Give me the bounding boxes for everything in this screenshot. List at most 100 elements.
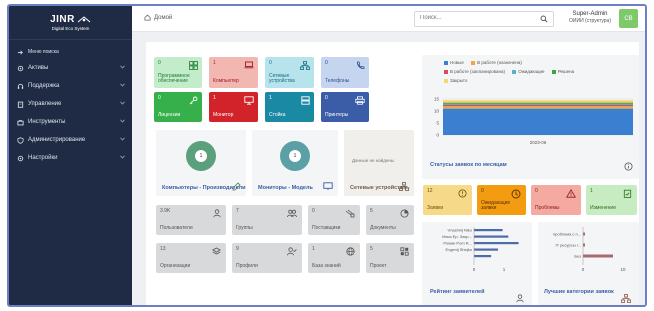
- tile-label: Профили: [236, 263, 258, 269]
- bar-segment: [443, 102, 633, 104]
- tile-label: Сетевые устройства: [269, 72, 295, 85]
- sidebar-item-assets[interactable]: Активы: [9, 59, 132, 77]
- tile-label: Стойка: [269, 112, 286, 119]
- tile-label: Принтеры: [325, 112, 349, 119]
- logo-icon: [77, 15, 91, 22]
- bar-segment: [443, 100, 633, 103]
- logo[interactable]: JINR Digital Eco System: [9, 6, 132, 40]
- tile-monitor[interactable]: 1 Монитор: [209, 92, 258, 122]
- legend-item[interactable]: Ожидающие: [512, 69, 544, 74]
- tile-tickets[interactable]: 12 Заявки: [423, 185, 472, 215]
- category-label: Vnashnij Niko: [448, 227, 473, 232]
- user-name: Super-Admin: [572, 11, 608, 17]
- gear-icon: [16, 64, 24, 72]
- headset-icon: [16, 82, 24, 90]
- tile-project[interactable]: 5 Проект: [366, 243, 414, 273]
- bar: [474, 255, 492, 258]
- legend-item[interactable]: Закрыто: [444, 78, 467, 83]
- panel-monitors-model[interactable]: 1 Мониторы - Модель: [252, 130, 338, 196]
- y-tick-label: 15: [434, 97, 440, 102]
- bar: [583, 232, 585, 236]
- tile-suppliers[interactable]: 0 Поставщики: [308, 205, 360, 235]
- sidebar-item-search-menu[interactable]: Меню поиска: [9, 45, 132, 59]
- y-tick-label: 0: [436, 133, 439, 138]
- sidebar-item-label: Меню поиска: [28, 49, 59, 55]
- x-tick-label: 1: [503, 267, 506, 272]
- tile-problems[interactable]: 0 Проблемы: [531, 185, 581, 215]
- tile-rack[interactable]: 1 Стойка: [265, 92, 314, 122]
- tile-label: Изменение: [590, 205, 616, 212]
- tile-computer[interactable]: 1 Компьютер: [209, 57, 258, 88]
- legend-item[interactable]: Решена: [551, 69, 574, 74]
- sidebar-nav: Меню поиска Активы Поддержка Управление …: [9, 40, 132, 167]
- breadcrumb-home[interactable]: Домой: [154, 15, 172, 21]
- clipboard-icon: [16, 100, 24, 108]
- tile-documents[interactable]: 5 Документы: [366, 205, 414, 235]
- tile-licenses[interactable]: 0 Лицензии: [154, 92, 202, 122]
- x-tick-label: 0: [473, 267, 476, 272]
- sidebar-item-settings[interactable]: Настройки: [9, 149, 132, 167]
- panel-network-devices[interactable]: Данные не найдены Сетевые устройства -: [344, 130, 414, 196]
- sidebar: JINR Digital Eco System Меню поиска Акти…: [9, 6, 132, 305]
- tile-groups[interactable]: 7 Группы: [232, 205, 302, 235]
- tile-count: 3.9K: [160, 208, 171, 214]
- sidebar-item-tools[interactable]: Инструменты: [9, 113, 132, 131]
- search-box[interactable]: [414, 11, 554, 27]
- tile-label: Поставщики: [312, 225, 341, 231]
- sidebar-item-administration[interactable]: Администрирование: [9, 131, 132, 149]
- tile-pending-tickets[interactable]: 0 Ожидающие заявки: [477, 185, 526, 215]
- donut-chart: 1: [280, 141, 310, 171]
- tile-users[interactable]: 3.9K Пользователи: [156, 205, 226, 235]
- users-icon: [287, 209, 297, 218]
- y-tick-label: 5: [436, 121, 439, 126]
- breadcrumb[interactable]: Домой: [144, 14, 172, 21]
- info-icon[interactable]: [624, 162, 633, 171]
- legend-item[interactable]: В работе (назначена): [471, 60, 522, 65]
- edit-icon: [232, 182, 241, 191]
- tile-count: 13: [160, 246, 166, 252]
- gear-icon: [16, 154, 24, 162]
- panel-computers-manufacturers[interactable]: 1 Компьютеры - Производители: [156, 130, 246, 196]
- category-label: проблема с п...: [553, 232, 581, 237]
- globe-icon: [346, 247, 355, 256]
- avatar[interactable]: CB: [619, 9, 638, 28]
- legend-item[interactable]: Новые: [444, 60, 464, 65]
- categories-panel: проблема с п... IT ресурсы г... Без 0 10 Луч…: [538, 222, 639, 305]
- network-icon: [399, 182, 409, 191]
- monitor-icon: [244, 96, 254, 105]
- user-info[interactable]: Super-Admin ОИИИ (структура): [569, 11, 611, 24]
- tile-count: 1: [312, 246, 315, 252]
- search-input[interactable]: [420, 15, 530, 21]
- category-label: Без: [574, 254, 581, 259]
- category-label: Роман Pom R...: [443, 240, 472, 245]
- tile-organizations[interactable]: 13 Организации: [156, 243, 226, 273]
- tile-label: Документы: [370, 225, 396, 231]
- truck-icon: [345, 209, 355, 218]
- tile-software[interactable]: 0 Программное обеспечение: [154, 57, 202, 88]
- sidebar-item-management[interactable]: Управление: [9, 95, 132, 113]
- chart-title: Статусы заявок по месяцам: [430, 162, 507, 168]
- main-area: Домой Super-Admin ОИИИ (структура) CB 0 …: [132, 6, 645, 305]
- topbar: Домой Super-Admin ОИИИ (структура) CB: [132, 6, 645, 32]
- document-icon: [400, 209, 409, 218]
- search-icon[interactable]: [540, 15, 548, 23]
- legend-item[interactable]: В работе (запланирована): [444, 69, 505, 74]
- chevron-down-icon: [120, 137, 125, 141]
- tile-label: Монитор: [213, 112, 234, 119]
- donut-chart: 1: [186, 141, 216, 171]
- sidebar-item-label: Инструменты: [28, 119, 66, 125]
- chevron-down-icon: [120, 83, 125, 87]
- home-icon: [144, 14, 151, 21]
- tile-profiles[interactable]: 9 Профили: [232, 243, 302, 273]
- user-role: ОИИИ (структура): [569, 18, 611, 24]
- tile-knowledge-base[interactable]: 1 База знаний: [308, 243, 360, 273]
- key-icon: [189, 96, 198, 105]
- tile-phones[interactable]: 0 Телефоны: [321, 57, 369, 88]
- tile-changes[interactable]: 1 Изменение: [586, 185, 637, 215]
- tile-label: База знаний: [312, 263, 341, 269]
- tile-network-devices[interactable]: 0 Сетевые устройства: [265, 57, 314, 88]
- sidebar-item-support[interactable]: Поддержка: [9, 77, 132, 95]
- tile-label: Программное обеспечение: [158, 72, 190, 85]
- tile-printers[interactable]: 0 Принтеры: [321, 92, 369, 122]
- bar-segment: [443, 106, 633, 109]
